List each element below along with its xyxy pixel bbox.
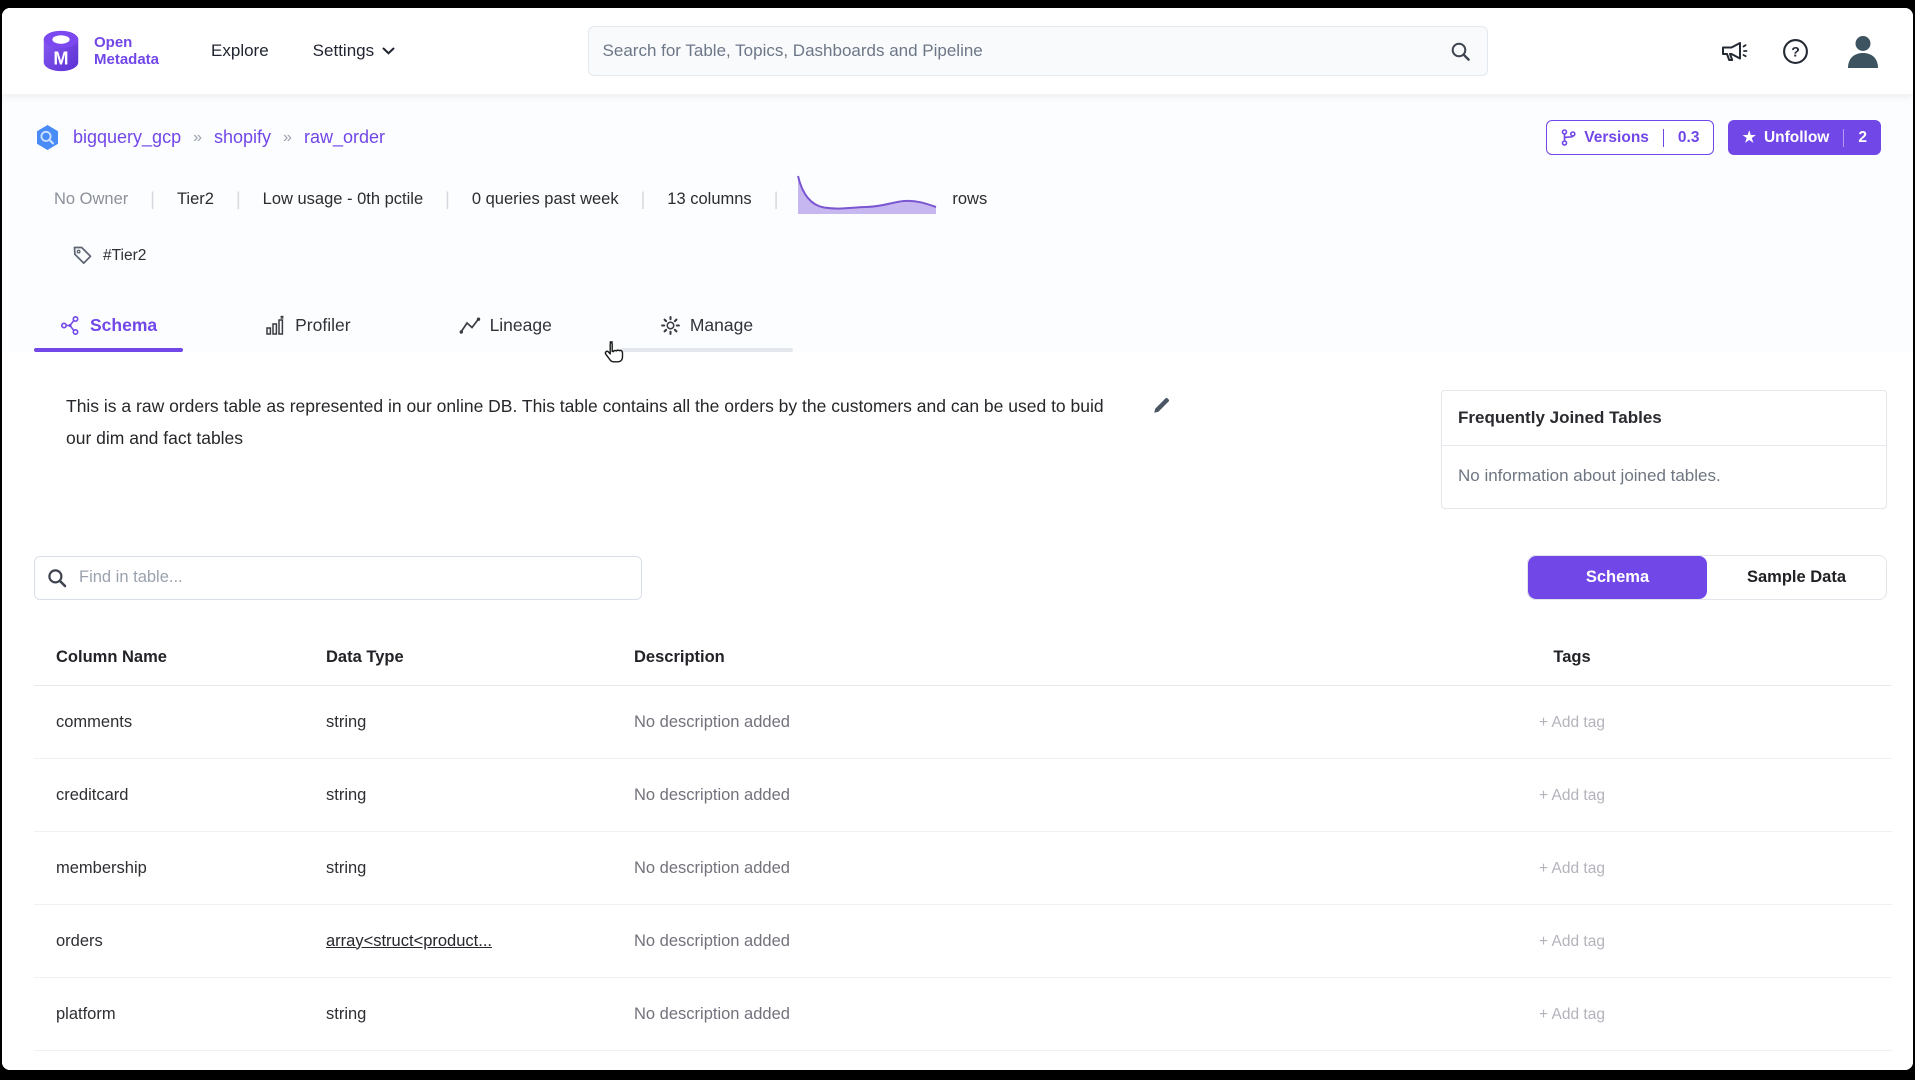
add-tag-button[interactable]: + Add tag [1539,933,1605,950]
breadcrumb-separator: » [283,129,292,147]
rows-sparkline-chart [796,173,946,217]
tier-label: Tier2 [155,190,236,209]
breadcrumb-separator: » [193,129,202,147]
queries-label: 0 queries past week [450,190,641,209]
tag-icon [72,245,93,266]
svg-text:M: M [53,48,68,68]
bigquery-service-icon [34,124,61,151]
tags-row: #Tier2 [72,245,1881,266]
add-tag-button[interactable]: + Add tag [1539,860,1605,877]
owner-label: No Owner [54,190,150,209]
brand-name: Open Metadata [94,34,159,68]
column-name-cell: creditcard [34,786,314,805]
data-type-cell: string [314,1005,622,1024]
user-avatar[interactable] [1843,31,1883,71]
app-header: M Open Metadata Explore Settings [2,8,1913,94]
find-search-icon [47,568,67,588]
header-column-name: Column Name [34,648,314,667]
data-type-cell: string [314,713,622,732]
breadcrumb: bigquery_gcp » shopify » raw_order [34,124,385,151]
rows-label: rows [952,190,987,209]
table-row: orders array<struct<product... No descri… [34,905,1892,978]
mouse-cursor [602,340,626,368]
entity-tabs: Schema Profiler Lineage [2,296,1913,352]
entity-header: bigquery_gcp » shopify » raw_order [2,94,1913,266]
tab-profiler[interactable]: Profiler [239,315,376,352]
columns-table: Column Name Data Type Description Tags c… [34,630,1892,1070]
version-number: 0.3 [1663,129,1714,147]
column-name-cell: platform [34,1005,314,1024]
nav-settings[interactable]: Settings [313,41,395,61]
table-row: creditcard string No description added +… [34,759,1892,832]
data-type-cell: string [314,786,622,805]
search-icon[interactable] [1450,41,1471,62]
joined-tables-title: Frequently Joined Tables [1442,391,1886,446]
add-tag-button[interactable]: + Add tag [1539,787,1605,804]
chevron-down-icon [382,47,395,55]
edit-description-icon[interactable] [1152,396,1171,415]
versions-button[interactable]: Versions 0.3 [1546,120,1714,155]
tab-manage[interactable]: Manage [634,315,779,352]
columns-table-header: Column Name Data Type Description Tags [34,630,1892,686]
table-row: comments string No description added + A… [34,686,1892,759]
add-tag-button[interactable]: + Add tag [1539,714,1605,731]
nav-explore[interactable]: Explore [211,41,269,61]
data-type-expand-link[interactable]: array<struct<product... [326,932,492,950]
header-tags: Tags [1252,648,1892,667]
tier-tag[interactable]: #Tier2 [103,247,146,265]
find-in-table-input[interactable] [79,568,629,587]
header-description: Description [622,648,1252,667]
find-in-table [34,556,642,600]
followers-count: 2 [1843,129,1881,147]
header-data-type: Data Type [314,648,622,667]
primary-nav: Explore Settings [211,41,395,61]
column-name-cell: comments [34,713,314,732]
app-window: M Open Metadata Explore Settings [2,8,1913,1070]
column-name-cell: membership [34,859,314,878]
tab-lineage[interactable]: Lineage [433,315,578,352]
frequently-joined-tables-card: Frequently Joined Tables No information … [1441,390,1887,509]
description-cell: No description added [622,786,1252,805]
star-icon: ★ [1742,130,1755,145]
global-search-input[interactable] [603,41,1450,61]
help-icon[interactable]: ? [1782,38,1809,65]
schema-icon [60,315,81,336]
usage-label: Low usage - 0th pctile [241,190,446,209]
openmetadata-logo-icon: M [38,28,84,74]
global-search [588,26,1488,76]
gear-icon [660,315,681,336]
svg-text:?: ? [1791,43,1800,59]
column-name-cell: orders [34,932,314,951]
view-toggle: Schema Sample Data [1527,555,1887,600]
profiler-icon [265,315,286,336]
toggle-schema[interactable]: Schema [1528,556,1707,599]
description-cell: No description added [622,713,1252,732]
schema-content: This is a raw orders table as represente… [2,352,1913,1070]
unfollow-button[interactable]: ★ Unfollow 2 [1728,120,1881,155]
joined-tables-empty-text: No information about joined tables. [1442,446,1886,508]
add-tag-button[interactable]: + Add tag [1539,1006,1605,1023]
announcements-icon[interactable] [1720,38,1748,64]
description-cell: No description added [622,932,1252,951]
description-cell: No description added [622,859,1252,878]
tab-schema[interactable]: Schema [34,315,183,352]
breadcrumb-service[interactable]: bigquery_gcp [73,127,181,148]
columns-count-label: 13 columns [645,190,773,209]
lineage-icon [459,316,481,336]
toggle-sample-data[interactable]: Sample Data [1707,556,1886,599]
table-row: membership string No description added +… [34,832,1892,905]
brand-logo[interactable]: M Open Metadata [38,28,159,74]
breadcrumb-database[interactable]: shopify [214,127,271,148]
data-type-cell: string [314,859,622,878]
entity-meta: No Owner | Tier2 | Low usage - 0th pctil… [54,177,1881,221]
table-row: platform string No description added + A… [34,978,1892,1051]
table-row-partial [34,1051,1892,1070]
description-cell: No description added [622,1005,1252,1024]
table-description: This is a raw orders table as represente… [66,390,1130,454]
branch-icon [1561,129,1576,146]
breadcrumb-table[interactable]: raw_order [304,127,385,148]
